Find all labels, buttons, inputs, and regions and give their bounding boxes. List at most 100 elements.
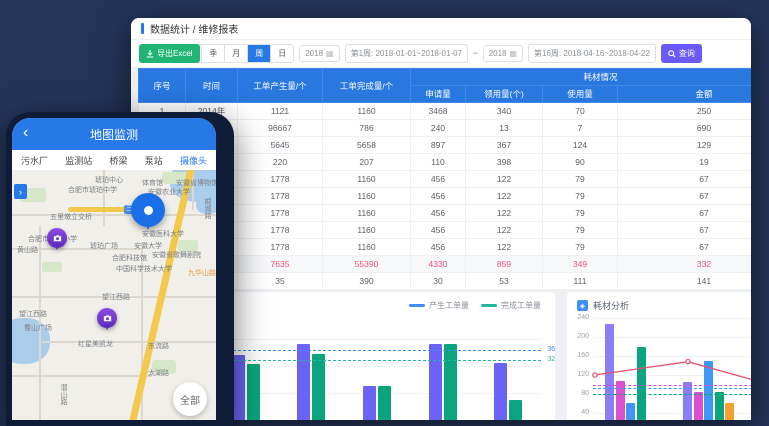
all-filter-button[interactable]: 全部: [173, 382, 207, 416]
table-header: 时间: [186, 69, 238, 103]
chart-gridline: [213, 366, 541, 367]
legend-item-completed[interactable]: 完成工单量: [481, 300, 541, 311]
bar-产生工单量: [494, 363, 507, 420]
period-option-日[interactable]: 日: [271, 45, 293, 62]
map-road: [42, 341, 216, 343]
table-group-header: 耗材情况: [411, 69, 752, 86]
table-header: 序号: [139, 69, 186, 103]
table-subheader: 金额: [618, 86, 752, 103]
search-icon: [668, 50, 676, 58]
phone-tab-桥梁[interactable]: 桥梁: [109, 154, 127, 167]
range-separator: ~: [473, 49, 478, 58]
bar-完成工单量: [444, 344, 457, 420]
phone-tab-bar: 污水厂 监测站 桥梁 泵站 摄像头: [12, 150, 216, 170]
phone-title: 地图监测: [90, 126, 138, 143]
chart-title: ◈ 耗材分析: [577, 299, 629, 312]
bar-完成工单量: [509, 400, 522, 420]
bar-产生工单量: [429, 344, 442, 420]
end-week-input[interactable]: 第16周: 2018-04-16~2018-04-22: [528, 44, 656, 63]
period-option-月[interactable]: 月: [225, 45, 248, 62]
legend-swatch: [409, 304, 425, 307]
legend-swatch: [481, 304, 497, 307]
map-label: 安徽省博物馆: [176, 180, 216, 187]
phone-header: ‹ 地图监测: [12, 118, 216, 150]
bar-产生工单量: [297, 344, 310, 420]
y-axis-tick: 240: [569, 314, 589, 321]
phone-tab-污水厂[interactable]: 污水厂: [21, 154, 48, 167]
reference-line: [213, 360, 541, 361]
map-label: 安徽大学: [134, 243, 162, 250]
map-label: 红星美凯龙: [78, 341, 113, 348]
map-view[interactable]: › 全部 琥珀中心合肥市琥珀中学体育馆安徽农业大学安徽省博物馆桐城路五里墩立交桥…: [12, 170, 216, 420]
phone-tab-摄像头[interactable]: 摄像头: [180, 154, 207, 167]
y-axis-tick: 40: [569, 409, 589, 416]
breadcrumb: 数据统计 / 维修报表: [131, 18, 751, 40]
map-label: 合肥科技馆: [112, 255, 147, 262]
table-subheader: 申请量: [411, 86, 466, 103]
table-row[interactable]: 12014年11211160346834070250: [139, 103, 752, 120]
y-axis-tick: 200: [569, 333, 589, 340]
map-label: 琥珀中心: [95, 177, 123, 184]
table-header: 工单完成量/个: [323, 69, 411, 103]
trend-line: [593, 318, 751, 420]
map-label: 琥珀广场: [90, 243, 118, 250]
phone-mockup: ‹ 地图监测 污水厂 监测站 桥梁 泵站 摄像头 › 全部: [6, 112, 234, 426]
breadcrumb-accent: [141, 23, 144, 34]
phone-tab-泵站[interactable]: 泵站: [145, 154, 163, 167]
location-marker[interactable]: [131, 193, 165, 227]
download-icon: [146, 50, 154, 58]
park-area: [178, 240, 198, 252]
camera-marker[interactable]: [47, 228, 67, 248]
camera-icon: [52, 233, 63, 244]
map-road: [12, 375, 152, 377]
map-label: 九华山路: [188, 270, 216, 277]
map-label: 望江西路: [102, 294, 130, 301]
map-label: 五里墩立交桥: [50, 214, 92, 221]
end-year-select[interactable]: 2018 ▦: [483, 45, 523, 62]
map-label: 体育馆: [142, 180, 163, 187]
table-header: 工单产生量/个: [238, 69, 323, 103]
back-icon[interactable]: ‹: [23, 125, 28, 141]
chart-gridline: [213, 339, 541, 340]
park-area: [42, 262, 62, 272]
reference-label: 360: [547, 346, 555, 353]
map-label: 潜山路: [60, 384, 67, 405]
consumables-bar-chart: 2402001601208040: [593, 318, 751, 420]
expand-panel-button[interactable]: ›: [14, 184, 27, 199]
export-excel-button[interactable]: 导出Excel: [139, 44, 200, 63]
map-label: 黄山路: [17, 247, 38, 254]
calendar-icon: ▦: [326, 50, 334, 58]
phone-tab-监测站[interactable]: 监测站: [65, 154, 92, 167]
period-option-季[interactable]: 季: [202, 45, 225, 62]
y-axis-tick: 160: [569, 352, 589, 359]
chart-title-icon: ◈: [577, 300, 588, 311]
search-button[interactable]: 查询: [661, 44, 702, 63]
map-label: 望江西路: [19, 311, 47, 318]
start-week-input[interactable]: 第1周: 2018-01-01~2018-01-07: [345, 44, 468, 63]
table-subheader: 使用量: [543, 86, 618, 103]
camera-icon: [102, 313, 113, 324]
consumables-chart-card: ◈ 耗材分析 2402001601208040: [567, 292, 751, 420]
map-road: [39, 226, 41, 420]
map-label: 蜀山广场: [24, 325, 52, 332]
map-road: [12, 214, 216, 216]
bar-完成工单量: [378, 386, 391, 420]
map-label: 中国科学技术大学: [116, 266, 172, 273]
y-axis-tick: 120: [569, 371, 589, 378]
workorder-bar-chart: 360323: [213, 318, 541, 420]
camera-marker[interactable]: [97, 308, 117, 328]
bar-产生工单量: [363, 386, 376, 420]
map-label: 东流路: [148, 343, 169, 350]
start-year-select[interactable]: 2018 ▦: [299, 45, 339, 62]
phone-screen: ‹ 地图监测 污水厂 监测站 桥梁 泵站 摄像头 › 全部: [12, 118, 216, 420]
y-axis-tick: 80: [569, 390, 589, 397]
period-option-周[interactable]: 周: [248, 45, 271, 62]
chart-gridline: [213, 393, 541, 394]
legend-item-generated[interactable]: 产生工单量: [409, 300, 469, 311]
bar-完成工单量: [247, 364, 260, 420]
reference-label: 323: [547, 356, 555, 363]
map-label: 安徽省歌舞剧院: [152, 252, 201, 259]
table-subheader: 领用量(个): [466, 86, 543, 103]
map-label: 太湖路: [148, 370, 169, 377]
breadcrumb-text: 数据统计 / 维修报表: [150, 21, 238, 36]
